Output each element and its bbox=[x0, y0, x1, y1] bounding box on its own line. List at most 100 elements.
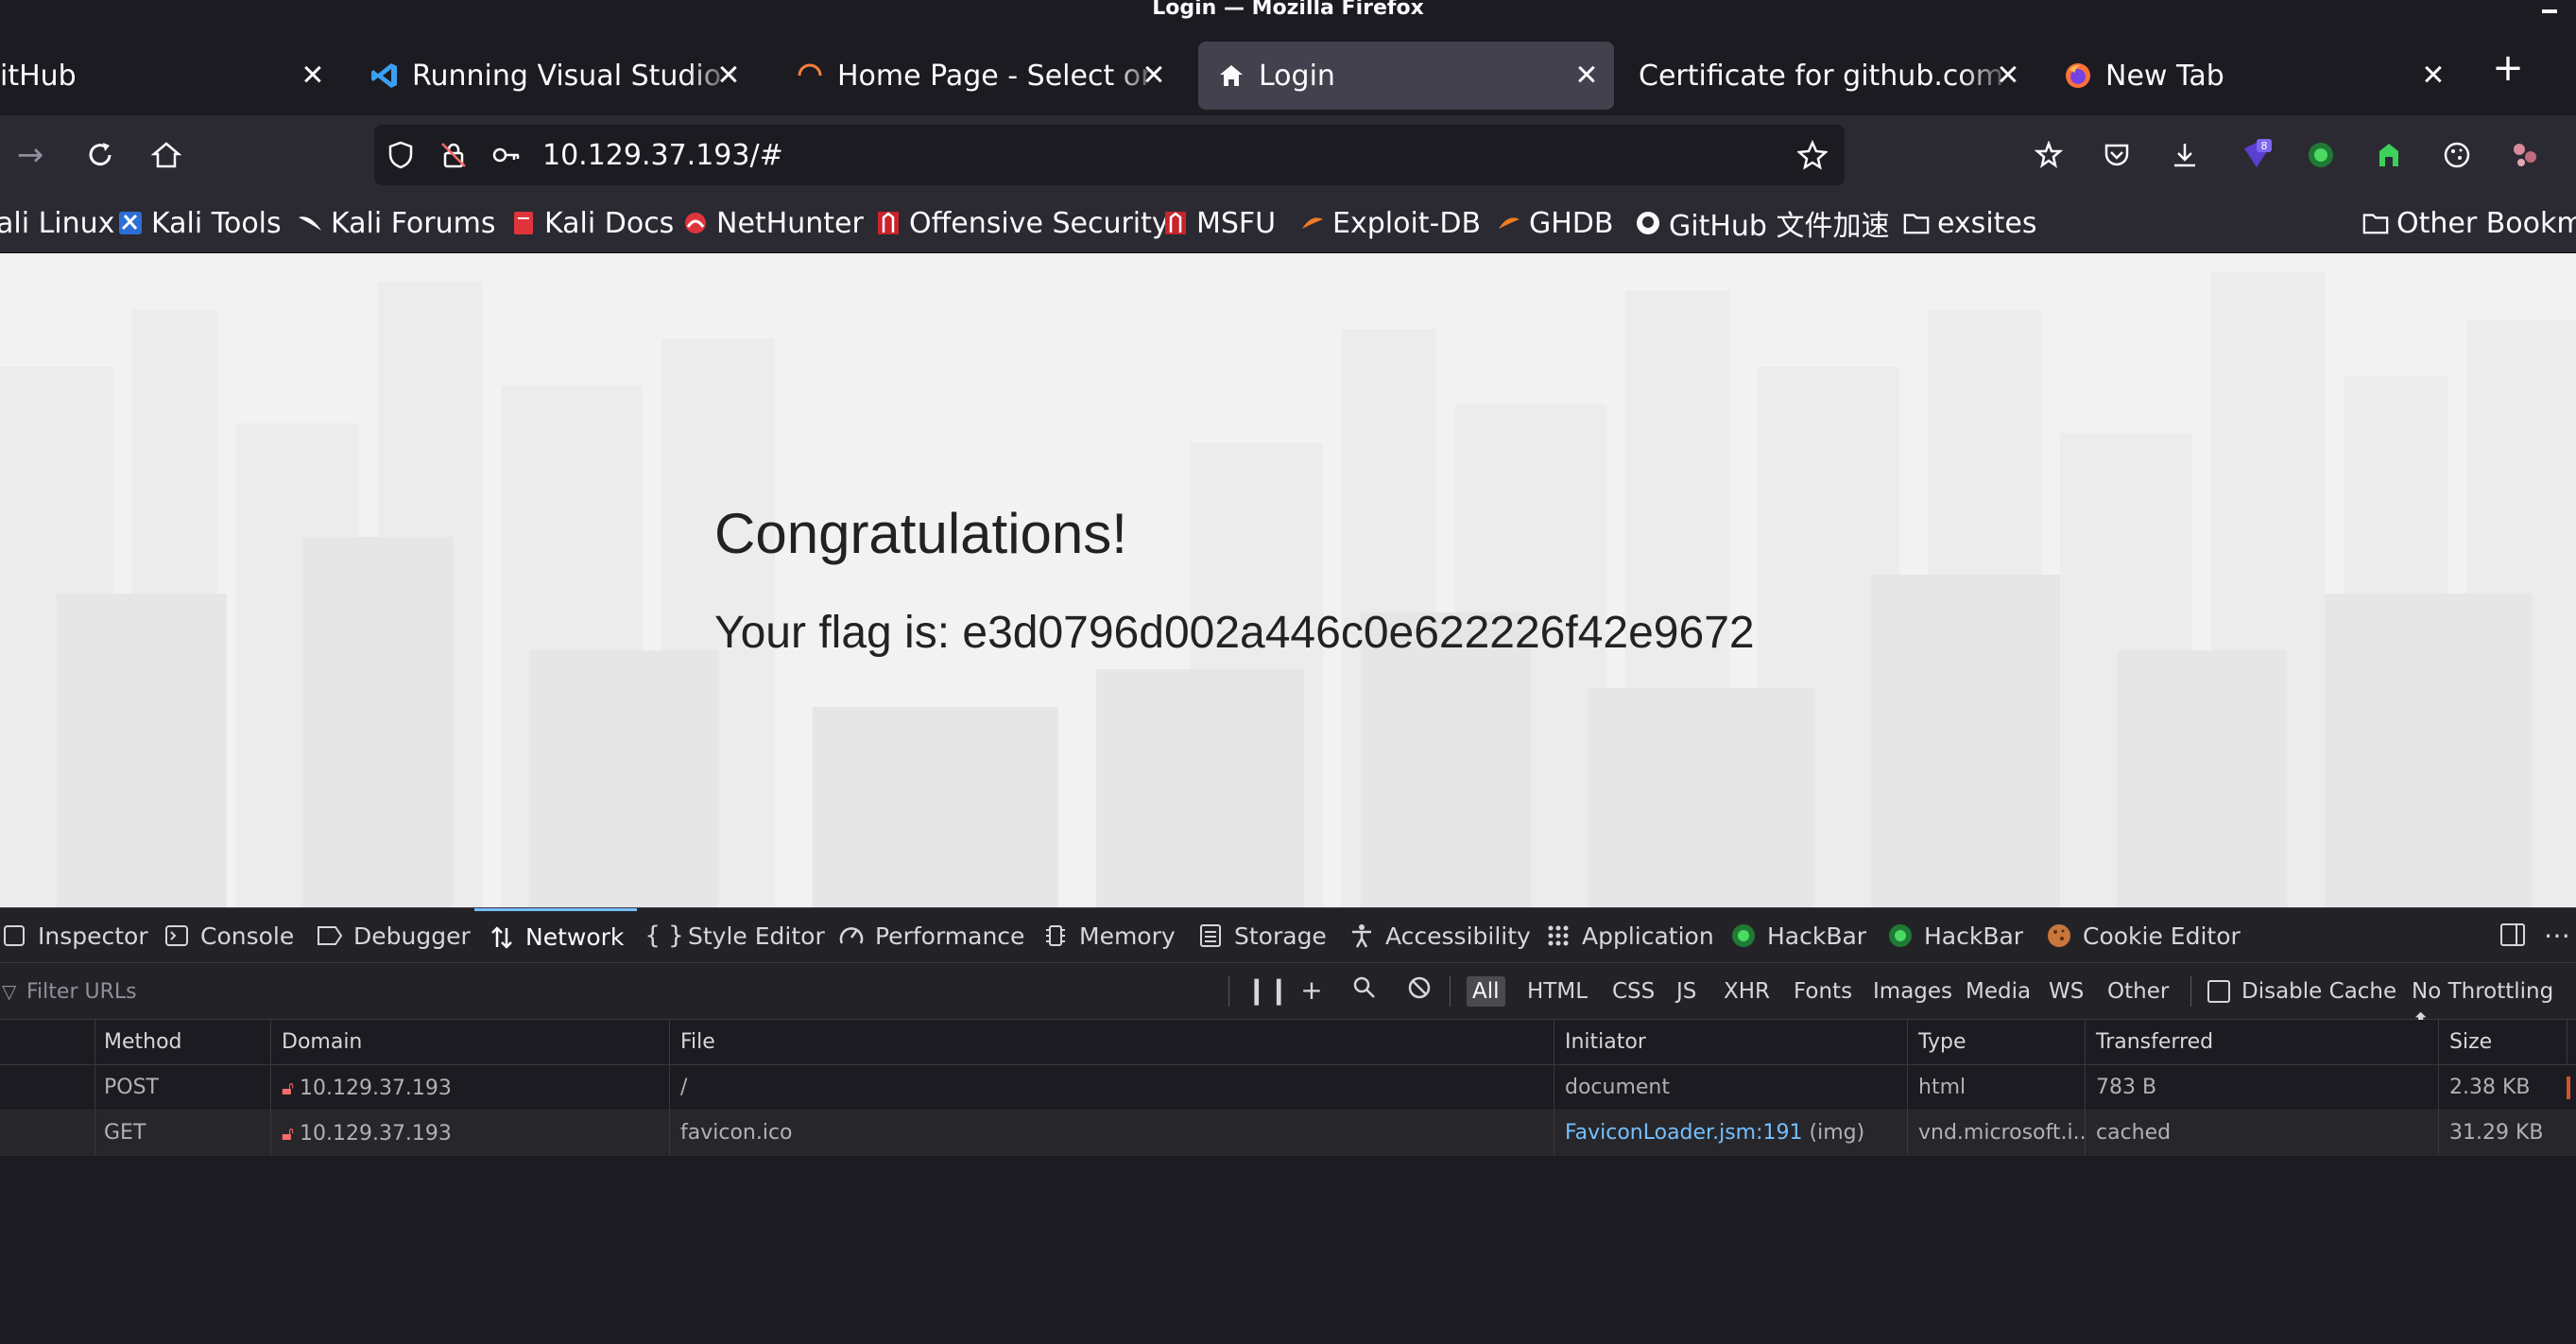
bookmark-msfu[interactable]: MSFU bbox=[1162, 204, 1276, 242]
pause-icon[interactable]: ❙❙ bbox=[1245, 974, 1290, 1006]
table-row[interactable]: POST 🔓︎ 10.129.37.193 / document html 783… bbox=[0, 1065, 2576, 1111]
filter-all[interactable]: All bbox=[1467, 976, 1505, 1007]
offsec-icon bbox=[1162, 210, 1189, 236]
filter-fonts[interactable]: Fonts bbox=[1788, 976, 1858, 1007]
filter-images[interactable]: Images bbox=[1867, 976, 1958, 1007]
puzzle-extension-button[interactable] bbox=[2502, 132, 2548, 178]
tab-certificate[interactable]: Certificate for github.com ✕ bbox=[1620, 42, 2035, 110]
forward-button[interactable]: → bbox=[8, 132, 53, 178]
tab-vscode[interactable]: Running Visual Studio Code ✕ bbox=[352, 42, 756, 110]
close-icon[interactable]: ✕ bbox=[1140, 60, 1168, 93]
green-extension-button[interactable] bbox=[2366, 132, 2412, 178]
tab-home-page[interactable]: Home Page - Select or create ✕ bbox=[777, 42, 1181, 110]
more-options-icon[interactable]: ⋯ bbox=[2544, 920, 2570, 951]
clear-block-icon[interactable] bbox=[1402, 974, 1436, 1008]
lock-insecure-icon[interactable] bbox=[427, 129, 480, 181]
bookmark-other-bookmarks[interactable]: Other Bookma bbox=[2362, 204, 2576, 242]
pocket-icon bbox=[2104, 144, 2129, 166]
column-file[interactable]: File bbox=[671, 1020, 1554, 1065]
close-icon[interactable]: ✕ bbox=[1572, 60, 1601, 93]
key-icon[interactable] bbox=[480, 129, 533, 181]
shield-icon[interactable] bbox=[374, 129, 427, 181]
column-size[interactable]: Size bbox=[2440, 1020, 2567, 1065]
url-bar[interactable]: 10.129.37.193/# bbox=[374, 125, 1845, 185]
tab-login[interactable]: Login ✕ bbox=[1198, 42, 1614, 110]
pocket-button[interactable] bbox=[2094, 132, 2139, 178]
filter-urls-input[interactable] bbox=[0, 973, 1210, 1010]
tab-performance[interactable]: Performance bbox=[837, 908, 1024, 963]
tab-hackbar-1[interactable]: HackBar bbox=[1729, 908, 1866, 963]
bookmarks-menu-button[interactable] bbox=[2026, 132, 2071, 178]
bookmark-offensive-security[interactable]: Offensive Security bbox=[875, 204, 1169, 242]
bookmark-kali-docs[interactable]: Kali Docs bbox=[510, 204, 674, 242]
bookmark-star-icon[interactable] bbox=[1786, 129, 1839, 181]
bookmark-nethunter[interactable]: NetHunter bbox=[682, 204, 864, 242]
tab-label: Storage bbox=[1234, 922, 1327, 950]
flag-text: Your flag is: e3d0796d002a446c0e622226f4… bbox=[714, 608, 1755, 658]
tab-style-editor[interactable]: { } Style Editor bbox=[644, 908, 824, 963]
tab-github[interactable]: itHub ✕ bbox=[0, 42, 340, 110]
request-domain: 🔓︎ 10.129.37.193 bbox=[272, 1111, 669, 1156]
bookmark-label: Kali Forums bbox=[331, 206, 496, 240]
window-titlebar: Login — Mozilla Firefox bbox=[0, 0, 2576, 32]
tab-memory[interactable]: Memory bbox=[1041, 908, 1176, 963]
tab-accessibility[interactable]: Accessibility bbox=[1348, 908, 1531, 963]
filter-other[interactable]: Other bbox=[2102, 976, 2174, 1007]
column-domain[interactable]: Domain bbox=[272, 1020, 669, 1065]
tab-label: Home Page - Select or create bbox=[837, 59, 1162, 93]
memory-icon bbox=[1041, 922, 1070, 950]
extension-button-badge[interactable]: 8 bbox=[2234, 132, 2279, 178]
filter-xhr[interactable]: XHR bbox=[1718, 976, 1776, 1007]
column-transferred[interactable]: Transferred bbox=[2087, 1020, 2438, 1065]
filter-js[interactable]: JS bbox=[1671, 976, 1702, 1007]
minimize-button[interactable] bbox=[2542, 9, 2557, 13]
tab-inspector[interactable]: Inspector bbox=[0, 908, 148, 963]
close-icon[interactable]: ✕ bbox=[1994, 60, 2022, 93]
filter-css[interactable]: CSS bbox=[1606, 976, 1660, 1007]
home-button[interactable] bbox=[144, 132, 189, 178]
cookie-extension-button[interactable] bbox=[2434, 132, 2480, 178]
downloads-button[interactable] bbox=[2162, 132, 2207, 178]
tab-storage[interactable]: Storage bbox=[1196, 908, 1327, 963]
bookmark-kali-tools[interactable]: Kali Tools bbox=[117, 204, 282, 242]
dock-side-icon[interactable] bbox=[2499, 920, 2527, 955]
close-icon[interactable]: ✕ bbox=[714, 60, 743, 93]
filter-html[interactable]: HTML bbox=[1521, 976, 1593, 1007]
bookmark-github-accel[interactable]: GitHub 文件加速 bbox=[1635, 204, 1890, 243]
filter-ws[interactable]: WS bbox=[2043, 976, 2089, 1007]
disable-cache-checkbox[interactable] bbox=[2207, 980, 2230, 1003]
tab-network[interactable]: Network bbox=[474, 908, 638, 963]
tab-label: Memory bbox=[1079, 922, 1176, 950]
tab-console[interactable]: Console bbox=[163, 908, 294, 963]
bookmark-folder-exsites[interactable]: exsites bbox=[1903, 204, 2037, 242]
tab-cookie-editor[interactable]: Cookie Editor bbox=[2045, 908, 2241, 963]
column-initiator[interactable]: Initiator bbox=[1555, 1020, 1907, 1065]
close-icon[interactable]: ✕ bbox=[299, 60, 327, 93]
tab-label: Inspector bbox=[38, 922, 148, 950]
search-icon[interactable] bbox=[1348, 974, 1382, 1008]
tab-label: HackBar bbox=[1767, 922, 1867, 950]
github-icon bbox=[1635, 210, 1661, 236]
close-icon[interactable]: ✕ bbox=[2419, 60, 2447, 93]
hackbar-extension-button[interactable] bbox=[2298, 132, 2344, 178]
tab-debugger[interactable]: Debugger bbox=[316, 908, 471, 963]
debugger-icon bbox=[316, 922, 344, 950]
url-text[interactable]: 10.129.37.193/# bbox=[542, 139, 1786, 172]
add-icon[interactable]: + bbox=[1295, 974, 1329, 1006]
filter-media[interactable]: Media bbox=[1960, 976, 2036, 1007]
bookmark-kali-forums[interactable]: Kali Forums bbox=[297, 204, 495, 242]
new-tab-button[interactable]: + bbox=[2489, 49, 2527, 87]
tab-application[interactable]: Application bbox=[1544, 908, 1714, 963]
bookmark-ghdb[interactable]: GHDB bbox=[1495, 204, 1614, 242]
table-row[interactable]: GET 🔓︎ 10.129.37.193 favicon.ico FaviconL… bbox=[0, 1111, 2576, 1156]
cookie-icon bbox=[2444, 142, 2470, 168]
bookmark-kali-linux[interactable]: ali Linux bbox=[0, 204, 114, 242]
reload-button[interactable] bbox=[77, 132, 123, 178]
tab-hackbar-2[interactable]: HackBar bbox=[1886, 908, 2023, 963]
bookmark-exploit-db[interactable]: Exploit-DB bbox=[1298, 204, 1481, 242]
column-type[interactable]: Type bbox=[1909, 1020, 2085, 1065]
accessibility-icon bbox=[1348, 922, 1376, 950]
initiator-link[interactable]: FaviconLoader.jsm:191 bbox=[1565, 1121, 1803, 1145]
tab-new-tab[interactable]: New Tab ✕ bbox=[2045, 42, 2461, 110]
column-method[interactable]: Method bbox=[94, 1020, 270, 1065]
